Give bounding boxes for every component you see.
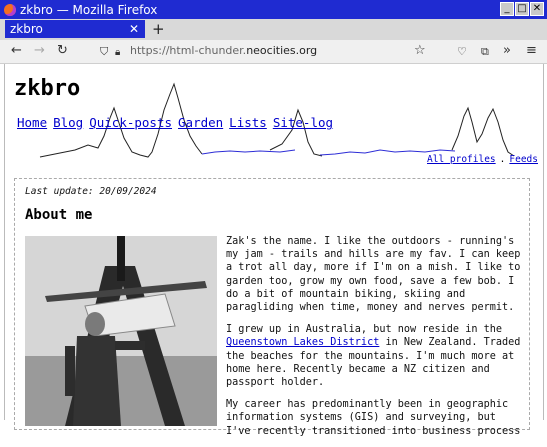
- profile-photo: [25, 236, 217, 426]
- about-text: Zak's the name. I like the outdoors - ru…: [226, 235, 522, 447]
- page-viewport: zkbro Home Blog Quick-posts Garden Lists Site…: [0, 64, 547, 437]
- extensions-icon[interactable]: ⧉: [481, 44, 489, 60]
- window-titlebar: zkbro — Mozilla Firefox _ □ ✕: [0, 0, 547, 19]
- back-icon[interactable]: ←: [11, 43, 22, 59]
- about-heading: About me: [25, 207, 93, 223]
- shield-icon[interactable]: ⛉: [100, 44, 108, 60]
- menu-item-garden[interactable]: Garden: [178, 115, 223, 130]
- tab-bar: zkbro ✕ +: [0, 19, 547, 40]
- last-update: Last update: 20/09/2024: [25, 186, 157, 197]
- feeds-link[interactable]: Feeds: [509, 154, 538, 165]
- overflow-chevron-icon[interactable]: »: [503, 43, 511, 59]
- tab-zkbro[interactable]: zkbro ✕: [5, 20, 145, 38]
- tab-label: zkbro: [10, 22, 43, 36]
- window-title: zkbro — Mozilla Firefox: [20, 2, 158, 17]
- about-card: Last update: 20/09/2024 About me Zak's t…: [14, 178, 530, 437]
- bookmark-star-icon[interactable]: ☆: [414, 43, 426, 59]
- mountain-ridge-graphic: [39, 82, 515, 158]
- minimize-icon[interactable]: _: [500, 2, 514, 16]
- maximize-icon[interactable]: □: [515, 2, 529, 16]
- pocket-icon[interactable]: ♡: [457, 44, 467, 60]
- all-profiles-link[interactable]: All profiles: [427, 154, 496, 165]
- menu-item-site-log[interactable]: Site-log: [273, 115, 333, 130]
- tab-close-icon[interactable]: ✕: [129, 20, 139, 38]
- close-icon[interactable]: ✕: [530, 2, 544, 16]
- profile-links: All profiles. Feeds: [427, 154, 538, 165]
- lock-icon[interactable]: 🔒︎: [115, 45, 120, 61]
- reload-icon[interactable]: ↻: [57, 43, 68, 59]
- new-tab-icon[interactable]: +: [152, 19, 165, 39]
- firefox-logo-icon: [4, 3, 16, 16]
- menu-item-blog[interactable]: Blog: [53, 115, 83, 130]
- queenstown-link[interactable]: Queenstown Lakes District: [226, 337, 379, 348]
- menu-item-home[interactable]: Home: [17, 115, 47, 130]
- address-bar[interactable]: https://html-chunder.neocities.org: [130, 44, 317, 57]
- about-paragraph-2: I grew up in Australia, but now reside i…: [226, 324, 521, 389]
- menu-icon[interactable]: ≡: [526, 43, 537, 59]
- forward-icon[interactable]: →: [34, 43, 45, 59]
- menu-item-quick-posts[interactable]: Quick-posts: [89, 115, 172, 130]
- about-paragraph-3: My career has predominantly been in geog…: [226, 399, 521, 437]
- window-controls: _ □ ✕: [500, 2, 544, 16]
- link-separator: .: [499, 154, 506, 165]
- photo-trig-beacon: [25, 236, 217, 426]
- about-paragraph-1: Zak's the name. I like the outdoors - ru…: [226, 236, 521, 314]
- navigation-toolbar: ← → ↻ ⛉ 🔒︎ https://html-chunder.neocitie…: [0, 40, 547, 64]
- site-menu: Home Blog Quick-posts Garden Lists Site-log: [17, 115, 339, 130]
- site-title: zkbro: [14, 76, 81, 101]
- menu-item-lists[interactable]: Lists: [229, 115, 267, 130]
